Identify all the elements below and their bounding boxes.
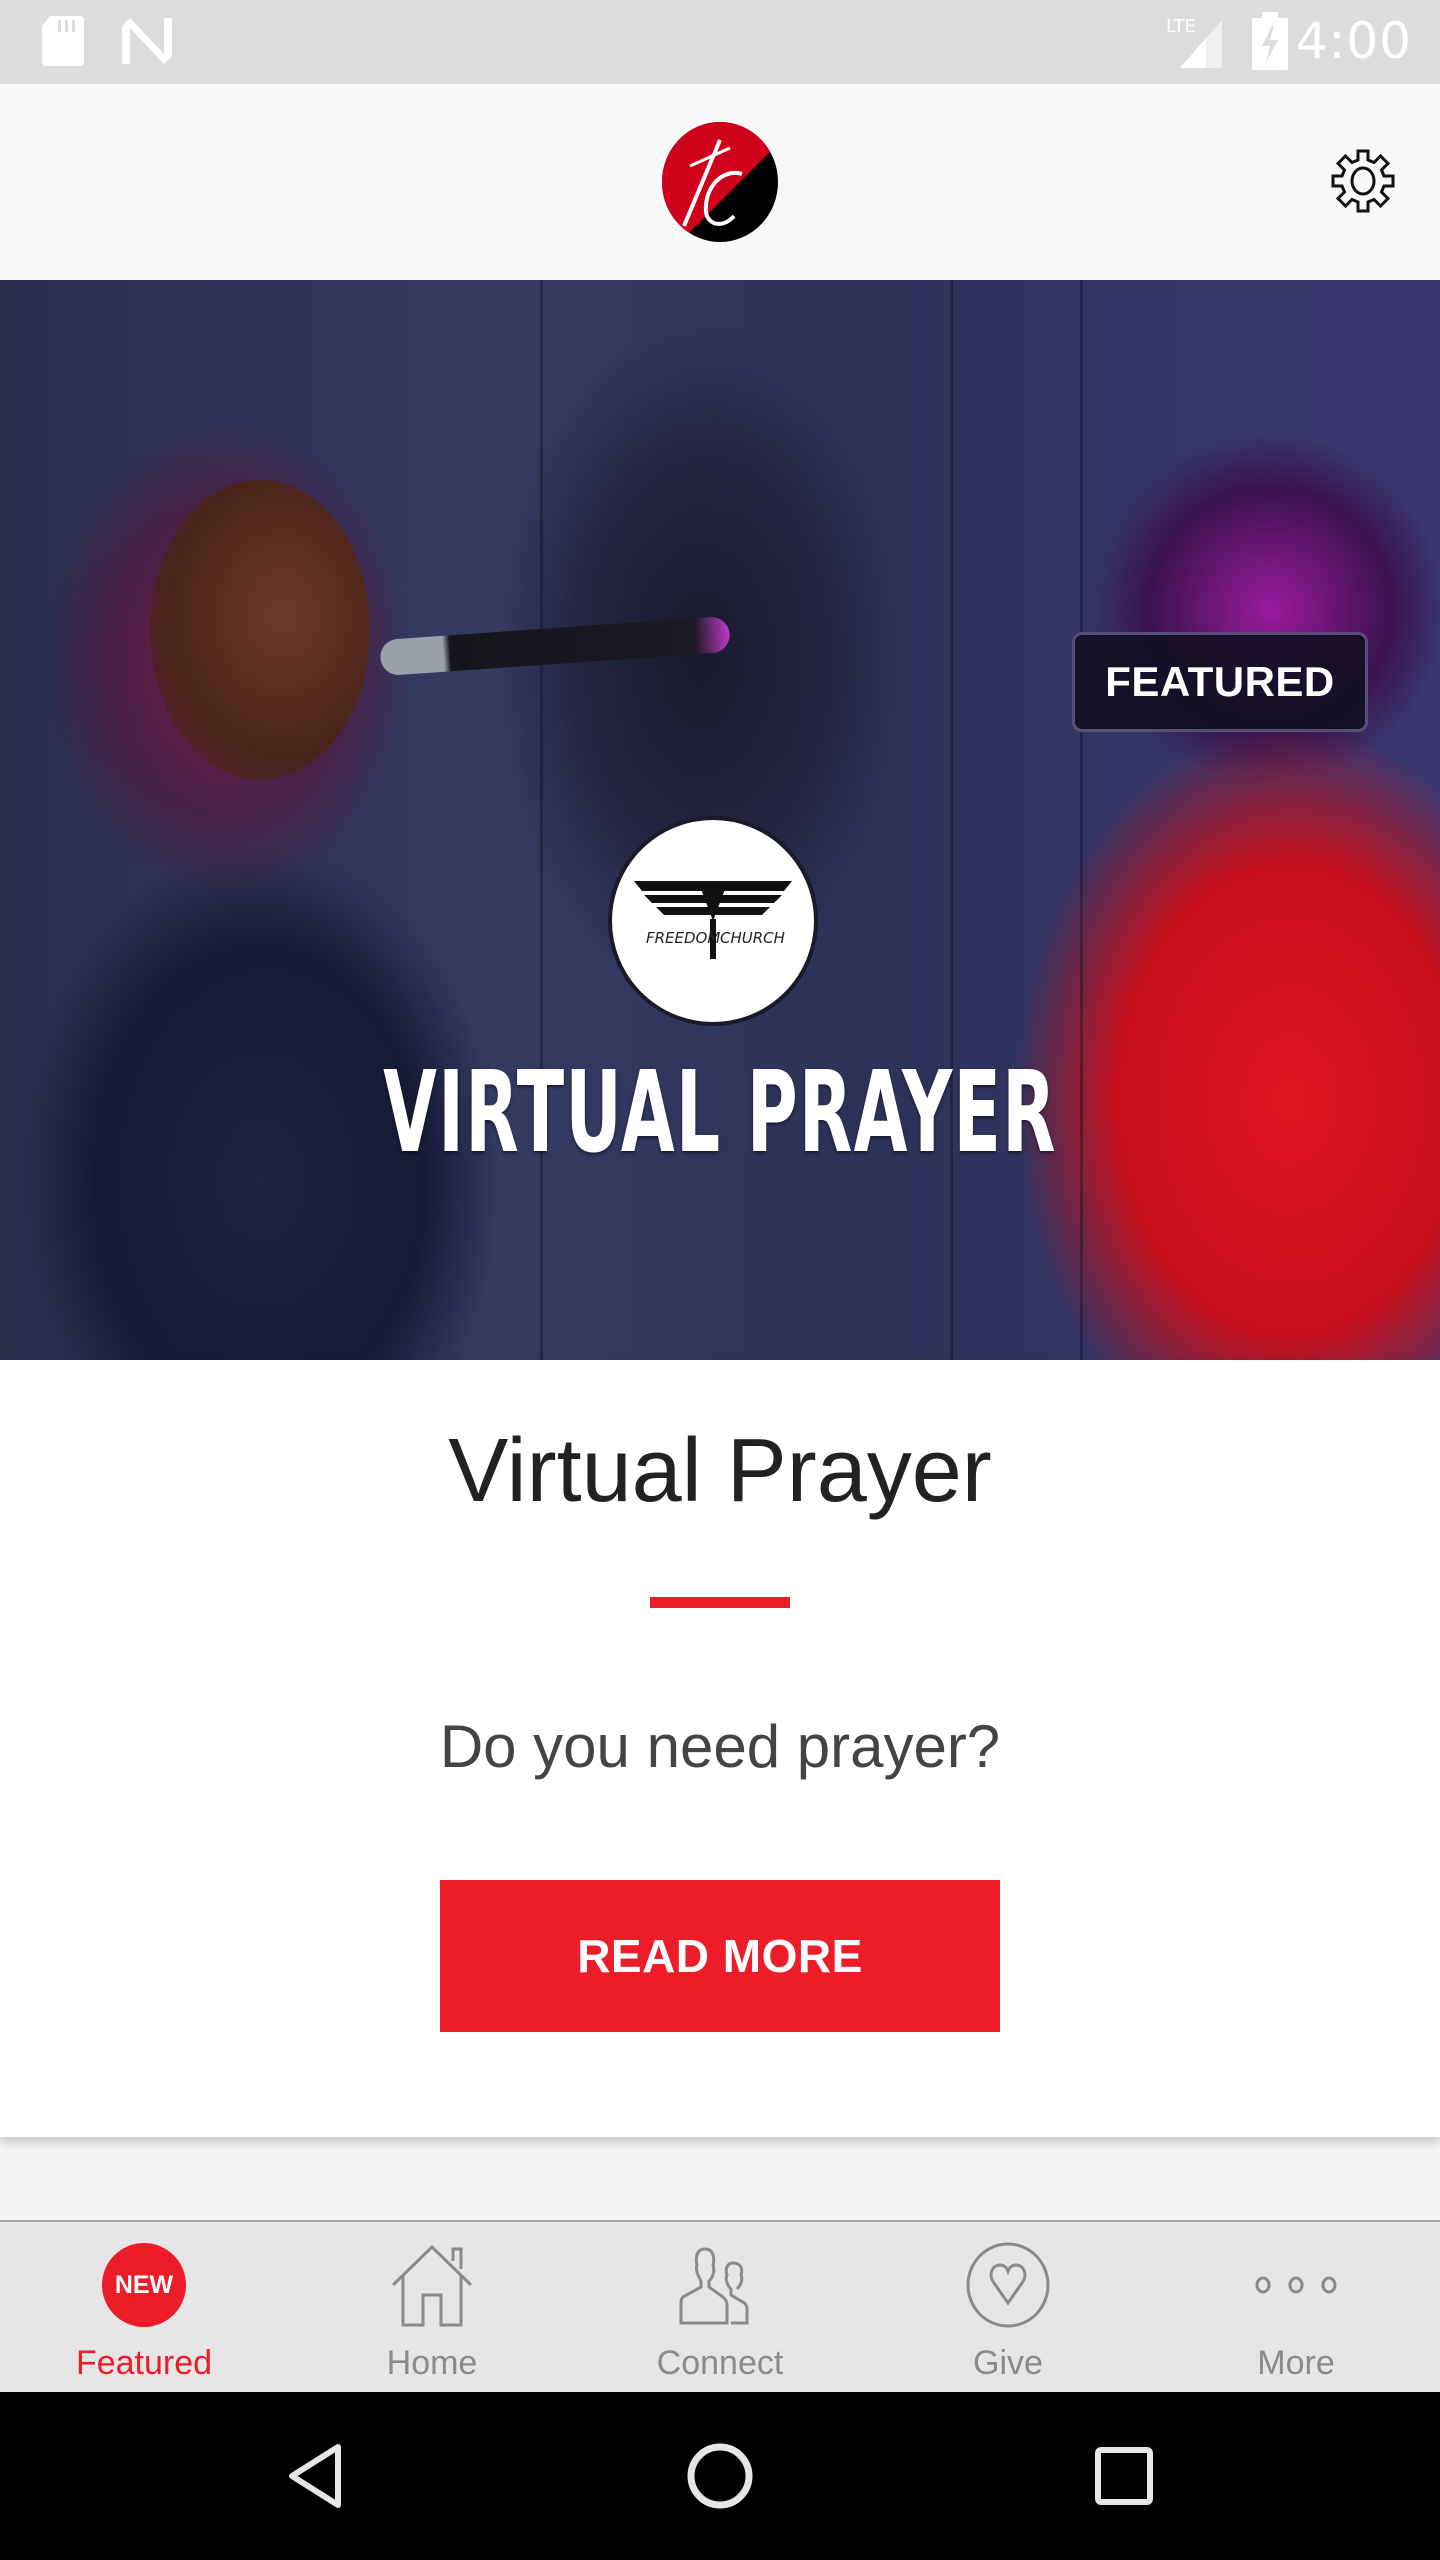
people-icon bbox=[679, 2247, 749, 2325]
tab-label: Give bbox=[973, 2344, 1043, 2382]
svg-text:FREEDOM: FREEDOM bbox=[646, 929, 720, 947]
system-nav-bar bbox=[0, 2392, 1440, 2560]
tab-label: More bbox=[1257, 2344, 1335, 2382]
recents-icon bbox=[1095, 2447, 1153, 2505]
more-dots-icon bbox=[1255, 2276, 1337, 2294]
more-dots-icon-wrap bbox=[1251, 2240, 1341, 2330]
n-notification-icon bbox=[122, 18, 172, 64]
app-header bbox=[0, 84, 1440, 280]
card-subtitle: Do you need prayer? bbox=[439, 1713, 1001, 1780]
featured-badge: FEATURED bbox=[1072, 632, 1368, 732]
sd-card-icon bbox=[42, 16, 84, 66]
tab-featured[interactable]: NEW Featured bbox=[0, 2222, 288, 2392]
new-badge: NEW bbox=[102, 2243, 186, 2327]
svg-text:CHURCH: CHURCH bbox=[720, 929, 785, 947]
home-circle-icon bbox=[687, 2443, 753, 2509]
recents-button[interactable] bbox=[1084, 2436, 1164, 2516]
tab-label: Connect bbox=[656, 2344, 784, 2382]
home-nav-button[interactable] bbox=[680, 2436, 760, 2516]
freedom-church-emblem: FREEDOM CHURCH bbox=[612, 820, 814, 1022]
card-title: Virtual Prayer bbox=[448, 1421, 992, 1521]
lte-signal-icon: LTE bbox=[1166, 16, 1222, 68]
curtain-fold bbox=[1080, 280, 1083, 1360]
singer-figure bbox=[150, 480, 370, 780]
home-icon bbox=[391, 2244, 473, 2327]
tab-label: Featured bbox=[75, 2344, 213, 2382]
featured-hero-image[interactable]: FREEDOM CHURCH VIRTUAL PRAYER FEATURED bbox=[0, 280, 1440, 1360]
settings-button[interactable] bbox=[1318, 136, 1408, 226]
back-button[interactable] bbox=[276, 2436, 356, 2516]
home-icon-wrap bbox=[389, 2240, 475, 2330]
curtain-fold bbox=[540, 280, 543, 1360]
microphone bbox=[379, 615, 731, 677]
status-bar: LTE 4:00 bbox=[0, 0, 1440, 84]
gear-icon bbox=[1331, 149, 1395, 213]
hero-image-title: VIRTUAL PRAYER bbox=[383, 1048, 1057, 1178]
tab-more[interactable]: More bbox=[1152, 2222, 1440, 2392]
church-logo[interactable] bbox=[660, 122, 780, 242]
battery-charging-icon bbox=[1252, 12, 1288, 70]
new-badge-icon: NEW bbox=[102, 2240, 186, 2330]
back-icon bbox=[289, 2444, 341, 2508]
heart-circle-icon-wrap bbox=[964, 2240, 1052, 2330]
wings-logo-icon: FREEDOM CHURCH bbox=[634, 881, 792, 959]
svg-text:LTE: LTE bbox=[1166, 16, 1196, 37]
tab-give[interactable]: Give bbox=[864, 2222, 1152, 2392]
screen: LTE 4:00 FREEDOM CHURCH VIRTUAL PRAYER F… bbox=[0, 0, 1440, 2560]
title-divider bbox=[650, 1597, 790, 1608]
tab-home[interactable]: Home bbox=[288, 2222, 576, 2392]
curtain-fold bbox=[950, 280, 953, 1360]
read-more-button[interactable]: READ MORE bbox=[440, 1880, 1000, 2032]
bottom-tab-bar: NEW Featured Home Connect Give More bbox=[0, 2220, 1440, 2392]
featured-card: Virtual Prayer Do you need prayer? READ … bbox=[0, 1360, 1440, 2137]
tab-connect[interactable]: Connect bbox=[576, 2222, 864, 2392]
people-icon-wrap bbox=[675, 2240, 765, 2330]
heart-circle-icon bbox=[966, 2242, 1050, 2328]
clock: 4:00 bbox=[1295, 12, 1412, 70]
tab-label: Home bbox=[386, 2344, 478, 2382]
